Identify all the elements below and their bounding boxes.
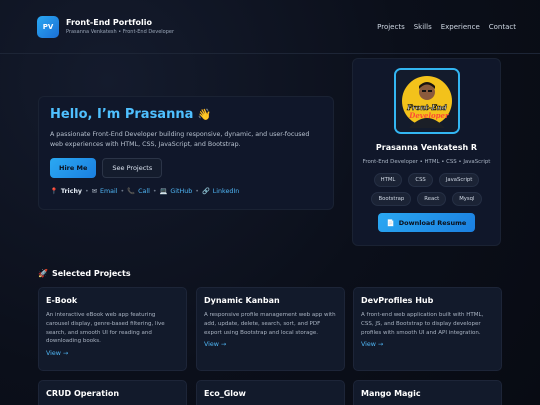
see-projects-button[interactable]: See Projects bbox=[102, 158, 163, 178]
project-view-link[interactable]: View → bbox=[204, 341, 337, 348]
profile-role: Front-End Developer • HTML • CSS • JavaS… bbox=[362, 159, 491, 165]
projects-heading: 🚀 Selected Projects bbox=[38, 269, 131, 278]
skill-chip: CSS bbox=[408, 173, 433, 187]
skill-chip: React bbox=[417, 192, 447, 206]
avatar-illustration: Front-End Developer bbox=[395, 70, 458, 132]
separator: • bbox=[195, 187, 199, 195]
github-link[interactable]: GitHub bbox=[170, 188, 192, 195]
portfolio-page: PV Front-End Portfolio Prasanna Venkates… bbox=[0, 0, 540, 405]
location-text: Trichy bbox=[60, 187, 83, 195]
nav-projects[interactable]: Projects bbox=[377, 23, 405, 31]
phone-icon: 📞 bbox=[127, 188, 136, 195]
project-title: Dynamic Kanban bbox=[204, 296, 280, 305]
contact-links: 📍 Trichy • ✉ Email • 📞 Call • 💻 GitHub •… bbox=[50, 187, 322, 196]
brand-subtitle: Prasanna Venkatesh • Front-End Developer bbox=[66, 29, 175, 35]
project-view-link[interactable]: View → bbox=[361, 341, 494, 348]
project-card-mango[interactable]: Mango Magic bbox=[353, 380, 502, 405]
project-card-ebook[interactable]: E-Book An interactive eBook web app feat… bbox=[38, 287, 187, 371]
download-resume-label: Download Resume bbox=[398, 218, 467, 227]
avatar: Front-End Developer bbox=[393, 68, 460, 134]
site-header: PV Front-End Portfolio Prasanna Venkates… bbox=[0, 0, 540, 54]
wave-icon: 👋 bbox=[197, 108, 212, 121]
separator: • bbox=[152, 187, 157, 195]
skills-list: HTML CSS JavaScript Bootstrap React Mysq… bbox=[363, 173, 491, 206]
projects-title: Selected Projects bbox=[51, 269, 131, 278]
separator: • bbox=[120, 187, 125, 195]
project-description: A responsive profile management web app … bbox=[204, 312, 336, 336]
skill-chip: Bootstrap bbox=[371, 192, 412, 206]
profile-card: Front-End Developer Prasanna Venkatesh R… bbox=[352, 58, 501, 246]
project-description: An interactive eBook web app featuring c… bbox=[46, 312, 165, 345]
brand: Front-End Portfolio Prasanna Venkatesh •… bbox=[66, 17, 174, 36]
hero-description: A passionate Front-End Developer buildin… bbox=[50, 131, 310, 148]
hero-title: Hello, I’m Prasanna 👋 bbox=[50, 107, 322, 123]
nav-skills[interactable]: Skills bbox=[414, 23, 432, 31]
call-link[interactable]: Call bbox=[138, 188, 150, 195]
skill-chip: Mysql bbox=[452, 192, 482, 206]
laptop-icon: 💻 bbox=[159, 188, 168, 195]
main-nav: Projects Skills Experience Contact bbox=[377, 23, 516, 31]
project-title: CRUD Operation bbox=[46, 389, 120, 398]
hero-actions: Hire Me See Projects bbox=[50, 158, 322, 178]
separator: • bbox=[85, 187, 89, 195]
email-link[interactable]: Email bbox=[100, 188, 117, 195]
linkedin-link[interactable]: LinkedIn bbox=[213, 188, 239, 195]
project-description: A front-end web application built with H… bbox=[361, 312, 484, 336]
document-icon: 📄 bbox=[386, 218, 395, 227]
brand-title[interactable]: Front-End Portfolio bbox=[66, 17, 174, 28]
skill-chip: HTML bbox=[373, 173, 403, 187]
hero-card: Hello, I’m Prasanna 👋 A passionate Front… bbox=[38, 96, 334, 210]
download-resume-button[interactable]: 📄 Download Resume bbox=[377, 213, 476, 232]
email-icon: ✉ bbox=[91, 187, 98, 195]
project-card-devprofiles[interactable]: DevProfiles Hub A front-end web applicat… bbox=[353, 287, 502, 371]
project-title: E-Book bbox=[46, 296, 78, 305]
nav-experience[interactable]: Experience bbox=[441, 23, 480, 31]
project-card-ecoglow[interactable]: Eco_Glow bbox=[196, 380, 345, 405]
profile-name: Prasanna Venkatesh R bbox=[375, 143, 478, 152]
skill-chip: JavaScript bbox=[438, 173, 480, 187]
project-title: Eco_Glow bbox=[204, 389, 246, 398]
avatar-caption-2: Developer bbox=[408, 111, 450, 120]
project-title: DevProfiles Hub bbox=[361, 296, 434, 305]
project-view-link[interactable]: View → bbox=[46, 350, 179, 357]
link-icon: 🔗 bbox=[201, 188, 210, 195]
nav-contact[interactable]: Contact bbox=[489, 23, 516, 31]
project-card-crud[interactable]: CRUD Operation bbox=[38, 380, 187, 405]
project-title: Mango Magic bbox=[361, 389, 421, 398]
project-card-kanban[interactable]: Dynamic Kanban A responsive profile mana… bbox=[196, 287, 345, 371]
rocket-icon: 🚀 bbox=[38, 269, 48, 278]
logo-badge[interactable]: PV bbox=[37, 15, 59, 38]
location-pin-icon: 📍 bbox=[50, 188, 58, 195]
hero-greeting: Hello, I’m Prasanna bbox=[50, 107, 194, 122]
hire-me-button[interactable]: Hire Me bbox=[50, 158, 97, 178]
